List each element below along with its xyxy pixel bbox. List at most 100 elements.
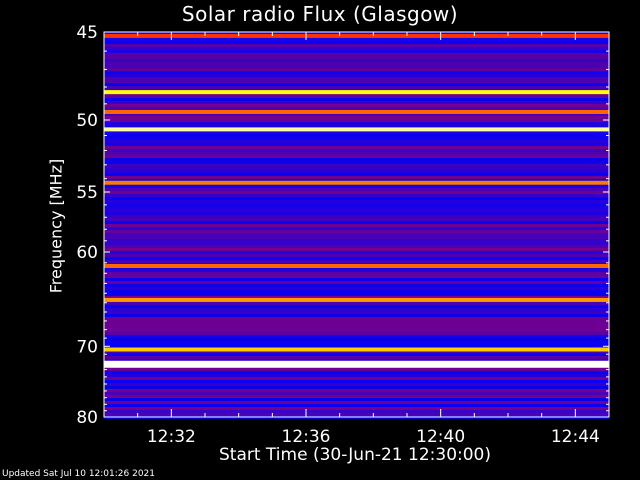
noise-row: [104, 62, 609, 65]
noise-row: [104, 233, 609, 236]
noise-row: [104, 137, 609, 140]
emission-band-1: [104, 90, 609, 95]
noise-row: [104, 281, 609, 284]
noise-row: [104, 68, 609, 71]
noise-row: [104, 116, 609, 119]
noise-row: [104, 293, 609, 296]
noise-row: [104, 341, 609, 344]
noise-row: [104, 215, 609, 218]
noise-row: [104, 155, 609, 158]
y-tick-label-5: 80: [76, 408, 98, 428]
noise-row: [104, 389, 609, 392]
noise-row: [104, 206, 609, 209]
noise-row: [104, 242, 609, 245]
noise-row: [104, 221, 609, 224]
noise-row: [104, 146, 609, 149]
noise-row: [104, 101, 609, 104]
noise-row: [104, 143, 609, 146]
noise-row: [104, 134, 609, 137]
noise-row: [104, 326, 609, 329]
noise-row: [104, 398, 609, 401]
noise-row: [104, 77, 609, 80]
noise-row: [104, 407, 609, 410]
noise-row: [104, 152, 609, 155]
noise-row: [104, 236, 609, 239]
noise-row: [104, 41, 609, 44]
noise-row: [104, 323, 609, 326]
y-axis-label: Frequency [MHz]: [46, 158, 66, 294]
x-tick-label-2: 12:40: [416, 427, 465, 447]
noise-row: [104, 173, 609, 176]
noise-row: [104, 209, 609, 212]
noise-row: [104, 287, 609, 290]
noise-row: [104, 80, 609, 83]
noise-row: [104, 230, 609, 233]
noise-row: [104, 320, 609, 323]
noise-row: [104, 104, 609, 107]
x-tick-label-1: 12:36: [282, 427, 331, 447]
noise-row: [104, 200, 609, 203]
noise-row: [104, 71, 609, 74]
noise-row: [104, 59, 609, 62]
noise-row: [104, 131, 609, 134]
noise-row: [104, 140, 609, 143]
noise-row: [104, 224, 609, 227]
noise-row: [104, 107, 609, 110]
noise-row: [104, 380, 609, 383]
noise-row: [104, 401, 609, 404]
noise-row: [104, 122, 609, 125]
noise-row: [104, 257, 609, 260]
noise-row: [104, 284, 609, 287]
noise-row: [104, 218, 609, 221]
x-axis-label: Start Time (30-Jun-21 12:30:00): [219, 445, 491, 465]
noise-row: [104, 38, 609, 41]
y-tick-label-3: 60: [76, 243, 98, 263]
y-tick-label-0: 45: [76, 23, 98, 43]
noise-row: [104, 167, 609, 170]
noise-row: [104, 260, 609, 263]
noise-row: [104, 392, 609, 395]
noise-row: [104, 65, 609, 68]
noise-row: [104, 377, 609, 380]
noise-row: [104, 251, 609, 254]
noise-row: [104, 74, 609, 77]
noise-row: [104, 158, 609, 161]
noise-row: [104, 305, 609, 308]
noise-row: [104, 248, 609, 251]
noise-row: [104, 410, 609, 413]
noise-row: [104, 50, 609, 53]
noise-row: [104, 314, 609, 317]
y-tick-label-4: 70: [76, 337, 98, 357]
noise-row: [104, 332, 609, 335]
noise-row: [104, 194, 609, 197]
noise-row: [104, 83, 609, 86]
noise-row: [104, 185, 609, 188]
noise-row: [104, 164, 609, 167]
noise-row: [104, 53, 609, 56]
x-tick-label-3: 12:44: [551, 427, 600, 447]
noise-row: [104, 290, 609, 293]
noise-row: [104, 413, 609, 416]
noise-row: [104, 383, 609, 386]
noise-row: [104, 368, 609, 371]
noise-row: [104, 272, 609, 275]
noise-row: [104, 302, 609, 305]
noise-row: [104, 308, 609, 311]
noise-row: [104, 353, 609, 356]
noise-row: [104, 245, 609, 248]
chart-title: Solar radio Flux (Glasgow): [181, 2, 459, 26]
noise-row: [104, 344, 609, 347]
noise-row: [104, 119, 609, 122]
emission-band-6: [104, 297, 609, 302]
noise-row: [104, 212, 609, 215]
emission-band-2: [104, 110, 609, 114]
emission-band-5: [104, 263, 609, 268]
emission-band-7: [104, 347, 609, 352]
noise-row: [104, 278, 609, 281]
noise-row: [104, 98, 609, 101]
noise-row: [104, 191, 609, 194]
noise-row: [104, 269, 609, 272]
plot-area: [104, 32, 609, 419]
noise-row: [104, 197, 609, 200]
y-tick-label-1: 50: [76, 111, 98, 131]
